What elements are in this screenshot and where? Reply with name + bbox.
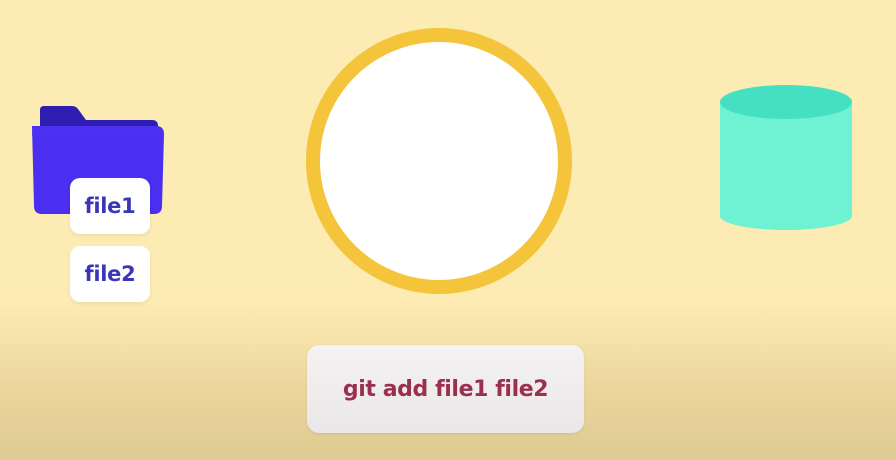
- file-label: file2: [84, 262, 136, 286]
- file-card-file2: file2: [70, 246, 150, 302]
- command-box: git add file1 file2: [307, 345, 584, 433]
- database-cylinder-icon: [718, 84, 854, 236]
- file-card-file1: file1: [70, 178, 150, 234]
- file-label: file1: [84, 194, 136, 218]
- staging-area-circle: [306, 28, 572, 294]
- git-add-diagram: file1 file2 git add file1 file2: [0, 0, 896, 460]
- command-text: git add file1 file2: [342, 376, 549, 402]
